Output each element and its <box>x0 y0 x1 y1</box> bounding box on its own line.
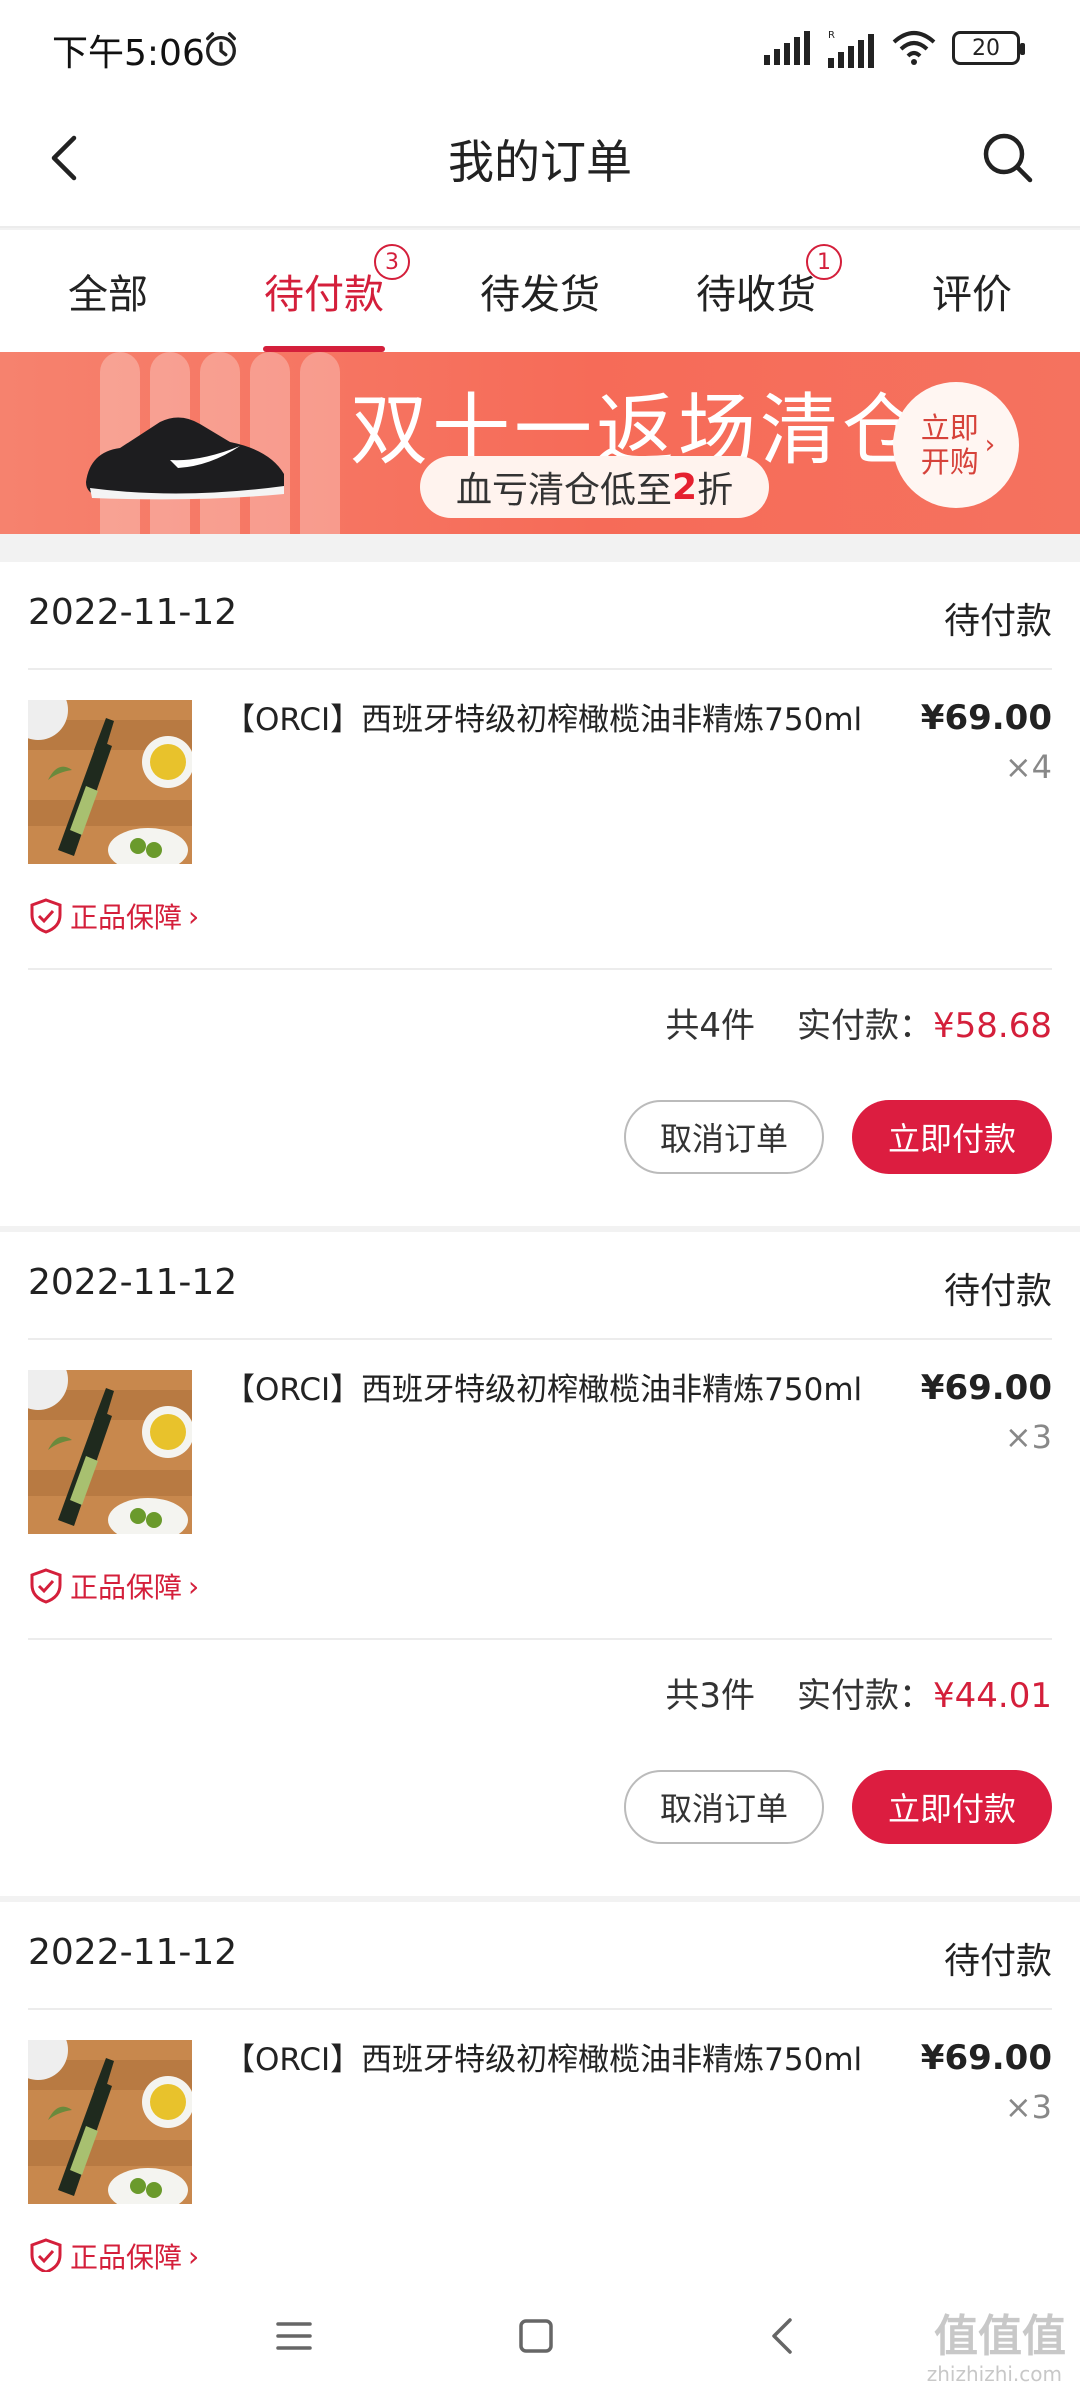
product-thumbnail <box>28 2040 192 2204</box>
order-date: 2022-11-12 <box>28 592 238 633</box>
shield-check-icon <box>30 898 62 934</box>
paid-amount: ¥58.68 <box>933 1006 1052 1046</box>
guarantee-label: 正品保障 <box>70 2241 183 2274</box>
cta-line: 开购 <box>920 445 979 479</box>
status-indicators: R 20 <box>762 28 1025 68</box>
product-name: 【ORCI】西班牙特级初榨橄榄油非精炼750ml <box>224 702 863 738</box>
product-name: 【ORCI】西班牙特级初榨橄榄油非精炼750ml <box>224 1372 863 1408</box>
item-count: 共4件 <box>665 1006 756 1046</box>
order-status: 待付款 <box>943 1941 1052 1982</box>
product-price: ¥69.00 <box>920 698 1052 738</box>
banner-shop-now-button[interactable]: 立即 开购 › <box>893 382 1019 508</box>
product-thumbnail <box>28 700 192 864</box>
tab-label: 评价 <box>932 272 1012 318</box>
guarantee-label: 正品保障 <box>70 1571 183 1604</box>
promo-banner[interactable]: 双十一返场清仓 血亏清仓低至 2 折 立即 开购 › <box>0 352 1080 534</box>
order-tabs: 全部 待付款 3 待发货 待收货 1 评价 <box>0 230 1080 352</box>
product-quantity: ×3 <box>1004 2088 1052 2126</box>
status-time: 下午5:06 <box>52 33 205 74</box>
chevron-right-icon: › <box>984 430 996 460</box>
guarantee-label: 正品保障 <box>70 901 183 934</box>
svg-text:R: R <box>828 30 835 41</box>
back-icon[interactable] <box>760 2312 808 2360</box>
banner-subtitle: 血亏清仓低至 2 折 <box>420 456 770 518</box>
order-item[interactable]: 【ORCI】西班牙特级初榨橄榄油非精炼750ml ¥69.00 ×3 正品保障 … <box>28 1340 1052 1640</box>
paid-amount-group: 实付款：¥58.68 <box>797 998 1052 1047</box>
shield-check-icon <box>30 1568 62 1604</box>
order-status: 待付款 <box>943 1271 1052 1312</box>
order-item[interactable]: 【ORCI】西班牙特级初榨橄榄油非精炼750ml ¥69.00 ×3 正品保障 … <box>28 2010 1052 2310</box>
order-total: 共4件 实付款：¥58.68 <box>665 998 1052 1047</box>
signal-roaming-icon: R <box>828 30 874 68</box>
product-price: ¥69.00 <box>920 1368 1052 1408</box>
battery-level: 20 <box>972 35 1000 61</box>
paid-amount: ¥44.01 <box>933 1676 1052 1716</box>
order-status: 待付款 <box>943 601 1052 642</box>
chevron-right-icon: › <box>188 2239 200 2273</box>
header: 我的订单 <box>0 92 1080 228</box>
order-header: 2022-11-12 待付款 <box>28 1902 1052 2010</box>
authenticity-guarantee-link[interactable]: 正品保障 › <box>28 2236 199 2276</box>
chevron-right-icon: › <box>188 1569 200 1603</box>
chevron-right-icon: › <box>188 899 200 933</box>
banner-discount: 2 <box>672 466 698 508</box>
search-icon[interactable] <box>976 126 1040 190</box>
order-card: 2022-11-12 待付款 【ORCI】西班牙特级初榨橄榄油非精炼750ml … <box>0 562 1080 1226</box>
shield-check-icon <box>30 2238 62 2274</box>
banner-subtitle-suffix: 折 <box>697 470 734 511</box>
watermark-url: zhizhizhi.com <box>926 2362 1062 2386</box>
order-header: 2022-11-12 待付款 <box>28 1232 1052 1340</box>
banner-subtitle-text: 血亏清仓低至 <box>456 470 673 511</box>
order-summary: 共3件 实付款：¥44.01 取消订单 立即付款 <box>28 1640 1052 1896</box>
tab-badge: 3 <box>374 244 410 280</box>
alarm-icon <box>206 32 236 66</box>
authenticity-guarantee-link[interactable]: 正品保障 › <box>28 1566 199 1606</box>
cancel-order-button[interactable]: 取消订单 <box>624 1770 824 1844</box>
product-quantity: ×4 <box>1004 748 1052 786</box>
product-name: 【ORCI】西班牙特级初榨橄榄油非精炼750ml <box>224 2042 863 2078</box>
tab-label: 待发货 <box>480 272 600 318</box>
cta-line: 立即 <box>920 411 979 445</box>
authenticity-guarantee-link[interactable]: 正品保障 › <box>28 896 199 936</box>
tab-badge: 1 <box>806 244 842 280</box>
pay-now-button[interactable]: 立即付款 <box>852 1770 1052 1844</box>
order-date: 2022-11-12 <box>28 1262 238 1303</box>
paid-label: 实付款： <box>797 1676 934 1716</box>
pay-now-button[interactable]: 立即付款 <box>852 1100 1052 1174</box>
order-date: 2022-11-12 <box>28 1932 238 1973</box>
wifi-icon <box>892 31 936 65</box>
menu-icon[interactable] <box>270 2312 318 2360</box>
tab-pending-receipt[interactable]: 待收货 1 <box>648 230 864 352</box>
system-nav-bar <box>0 2272 1080 2400</box>
page-title: 我的订单 <box>448 135 632 189</box>
tab-label: 全部 <box>68 272 148 318</box>
order-summary: 共4件 实付款：¥58.68 取消订单 立即付款 <box>28 970 1052 1226</box>
tab-pending-payment[interactable]: 待付款 3 <box>216 230 432 352</box>
cancel-order-button[interactable]: 取消订单 <box>624 1100 824 1174</box>
tab-all[interactable]: 全部 <box>0 230 216 352</box>
watermark-logo: 值值值 <box>934 2311 1066 2362</box>
battery-icon: 20 <box>952 31 1025 65</box>
signal-icon <box>764 31 810 65</box>
tab-review[interactable]: 评价 <box>864 230 1080 352</box>
tab-pending-shipment[interactable]: 待发货 <box>432 230 648 352</box>
order-header: 2022-11-12 待付款 <box>28 562 1052 670</box>
product-thumbnail <box>28 1370 192 1534</box>
home-icon[interactable] <box>512 2312 560 2360</box>
paid-label: 实付款： <box>797 1006 934 1046</box>
status-bar: 下午5:06 R 20 <box>0 0 1080 92</box>
product-quantity: ×3 <box>1004 1418 1052 1456</box>
order-total: 共3件 实付款：¥44.01 <box>665 1668 1052 1717</box>
sneaker-image <box>86 417 284 500</box>
order-card: 2022-11-12 待付款 【ORCI】西班牙特级初榨橄榄油非精炼750ml … <box>0 1902 1080 2274</box>
paid-amount-group: 实付款：¥44.01 <box>797 1668 1052 1717</box>
tab-label: 待收货 <box>696 272 816 318</box>
product-price: ¥69.00 <box>920 2038 1052 2078</box>
order-item[interactable]: 【ORCI】西班牙特级初榨橄榄油非精炼750ml ¥69.00 ×4 正品保障 … <box>28 670 1052 970</box>
tab-label: 待付款 <box>264 272 384 318</box>
order-card: 2022-11-12 待付款 【ORCI】西班牙特级初榨橄榄油非精炼750ml … <box>0 1232 1080 1896</box>
item-count: 共3件 <box>665 1676 756 1716</box>
banner-decoration <box>300 352 340 534</box>
